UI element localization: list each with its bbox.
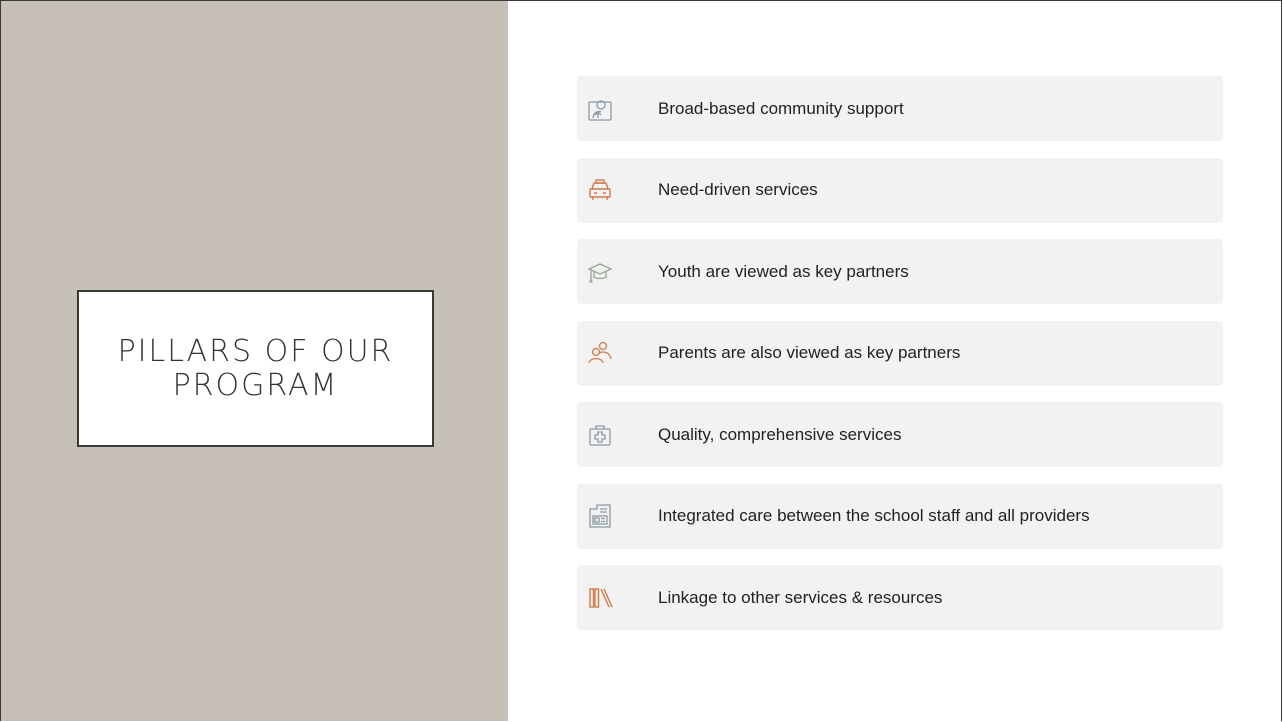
pillar-item-community-support: Broad-based community support bbox=[577, 76, 1223, 141]
pillar-label: Linkage to other services & resources bbox=[658, 587, 943, 607]
pillar-label: Broad-based community support bbox=[658, 98, 904, 118]
pillar-item-youth-partners: Youth are viewed as key partners bbox=[577, 239, 1223, 304]
pillar-label: Quality, comprehensive services bbox=[658, 424, 902, 444]
pillar-label: Integrated care between the school staff… bbox=[658, 506, 1090, 525]
pillar-item-parents-partners: Parents are also viewed as key partners bbox=[577, 320, 1223, 386]
pillar-item-need-driven: Need-driven services bbox=[577, 157, 1223, 223]
graduation-cap-icon bbox=[585, 257, 615, 287]
taxi-car-icon bbox=[585, 175, 615, 205]
title-box: PILLARS OF OUR PROGRAM bbox=[77, 290, 434, 447]
community-portrait-icon bbox=[585, 94, 615, 124]
id-card-folder-icon bbox=[585, 501, 615, 531]
pillar-label: Parents are also viewed as key partners bbox=[658, 343, 961, 362]
slide-title-line-2: PROGRAM bbox=[172, 367, 339, 403]
slide-title: PILLARS OF OUR PROGRAM bbox=[106, 333, 406, 403]
pillar-item-quality-services: Quality, comprehensive services bbox=[577, 402, 1223, 467]
pillar-item-linkage: Linkage to other services & resources bbox=[577, 565, 1223, 630]
pillar-label: Youth are viewed as key partners bbox=[658, 261, 909, 281]
pillars-list: Broad-based community support Need-drive… bbox=[577, 76, 1223, 647]
left-panel: PILLARS OF OUR PROGRAM bbox=[1, 1, 508, 721]
two-people-icon bbox=[585, 338, 615, 368]
slide-title-line-1: PILLARS OF OUR bbox=[117, 333, 394, 369]
slide: PILLARS OF OUR PROGRAM Broad-based commu… bbox=[0, 0, 1282, 721]
first-aid-kit-icon bbox=[585, 420, 615, 450]
books-shelf-icon bbox=[585, 583, 615, 613]
pillar-label: Need-driven services bbox=[658, 180, 818, 199]
pillar-item-integrated-care: Integrated care between the school staff… bbox=[577, 483, 1223, 549]
